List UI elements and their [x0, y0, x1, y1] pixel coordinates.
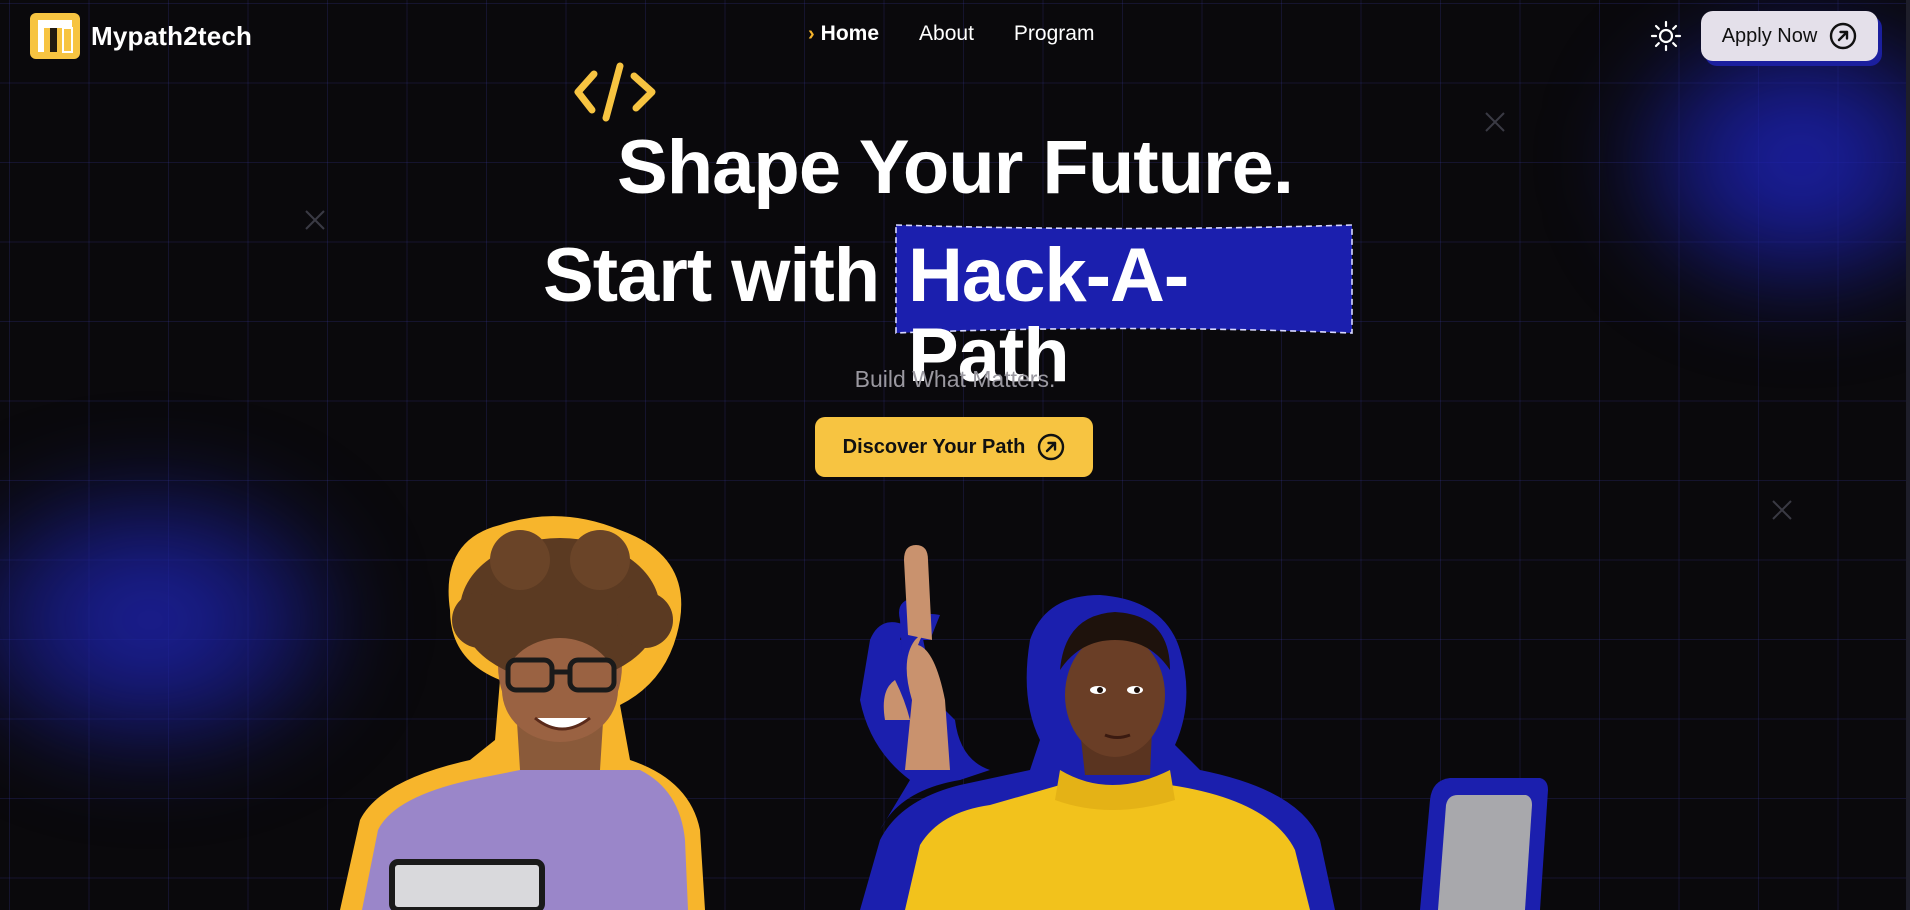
page-scrollbar[interactable] — [1906, 0, 1910, 910]
device-figure — [1420, 778, 1548, 910]
boy-figure — [340, 516, 705, 910]
hero-illustration — [340, 516, 1548, 910]
woman-figure — [860, 545, 1335, 910]
